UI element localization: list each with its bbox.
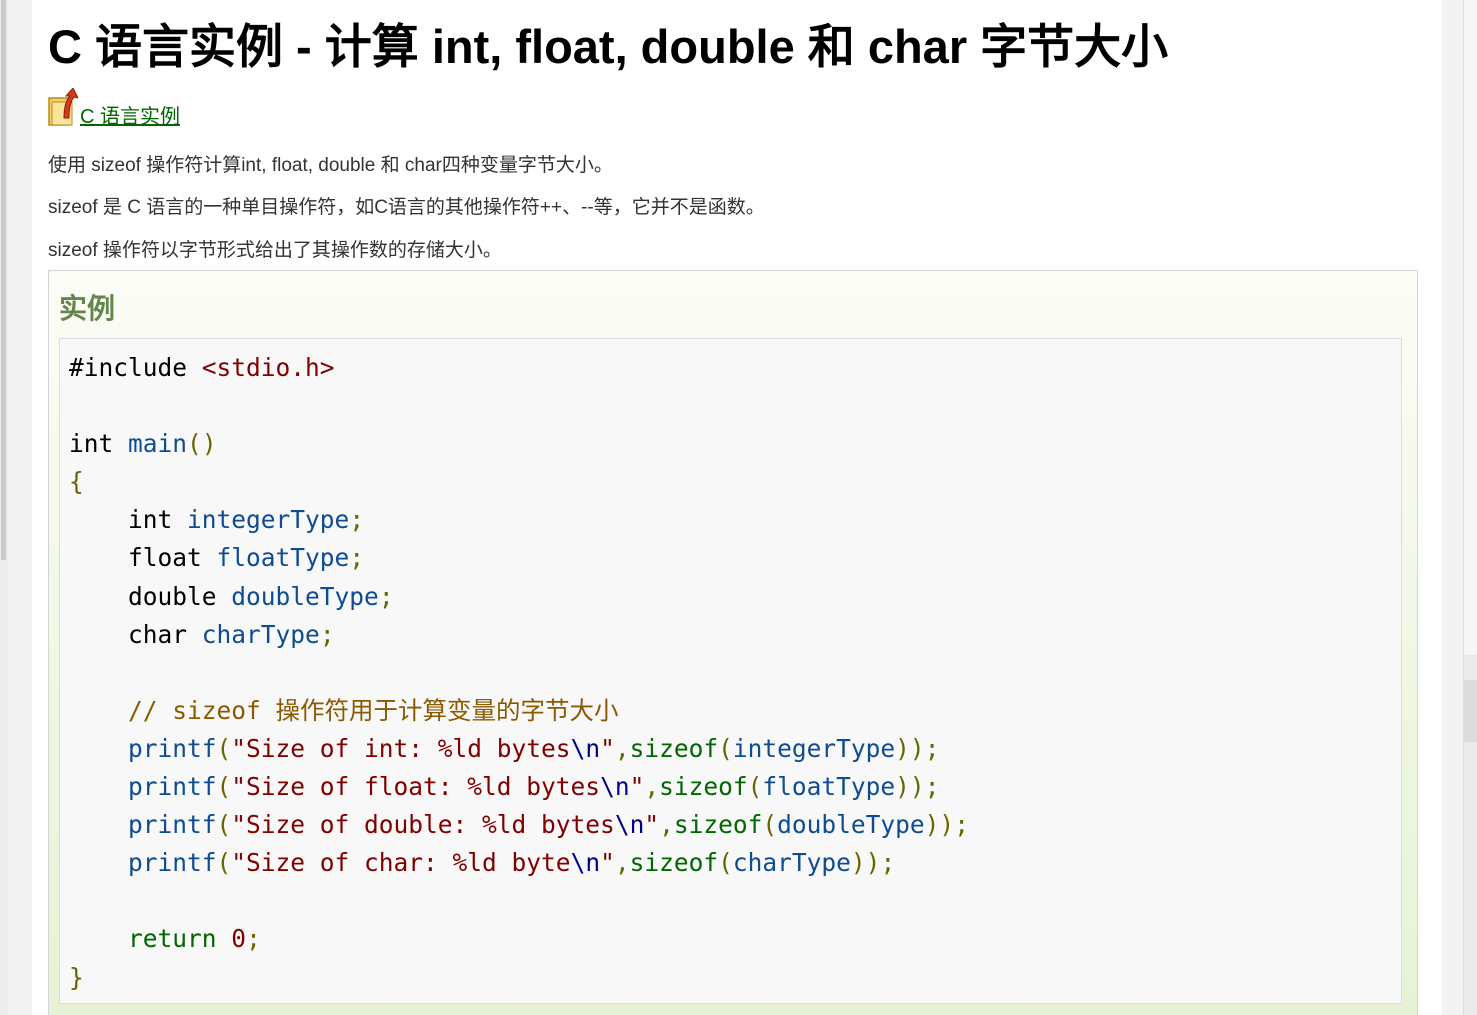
left-scrollbar[interactable] — [0, 0, 8, 1015]
code-block[interactable]: #include <stdio.h> int main() { int integ… — [59, 338, 1402, 1004]
page-title: C 语言实例 - 计算 int, float, double 和 char 字节… — [48, 20, 1169, 73]
code-line: int main() — [69, 429, 217, 459]
right-scrollbar-track — [1464, 0, 1477, 655]
right-scrollbar-thumb[interactable] — [1464, 680, 1477, 742]
code-line: return 0; — [128, 924, 261, 954]
code-line: printf("Size of int: %ld bytes\n",sizeof… — [128, 733, 940, 763]
code-line: int integerType; — [128, 505, 365, 535]
code-line: double doubleType; — [128, 581, 394, 611]
up-arrow-folder-icon — [48, 88, 78, 126]
right-panel — [1442, 0, 1477, 1015]
example-heading: 实例 — [59, 293, 116, 324]
back-link-label[interactable]: C 语言实例 — [80, 106, 180, 128]
code-line: printf("Size of float: %ld bytes\n",size… — [128, 772, 940, 802]
code-line: char charType; — [128, 619, 335, 649]
article-content: C 语言实例 - 计算 int, float, double 和 char 字节… — [32, 0, 1442, 1015]
paragraph-sizeof-operator: sizeof 是 C 语言的一种单目操作符，如C语言的其他操作符++、--等，它… — [48, 197, 765, 218]
code-line: printf("Size of double: %ld bytes\n",siz… — [128, 810, 969, 840]
code-line: // sizeof 操作符用于计算变量的字节大小 — [69, 695, 619, 725]
left-scrollbar-thumb[interactable] — [1, 0, 6, 560]
code-line: { — [69, 467, 84, 497]
code-line: #include <stdio.h> — [69, 353, 335, 382]
paragraph-intro: 使用 sizeof 操作符计算int, float, double 和 char… — [48, 155, 613, 176]
back-link[interactable]: C 语言实例 — [48, 88, 180, 128]
code-line: } — [69, 962, 84, 992]
example-box: 实例 #include <stdio.h> int main() { int in… — [48, 270, 1418, 1015]
paragraph-sizeof-storage: sizeof 操作符以字节形式给出了其操作数的存储大小。 — [48, 240, 502, 261]
code-line: float floatType; — [128, 543, 365, 573]
code-line: printf("Size of char: %ld byte\n",sizeof… — [128, 848, 896, 878]
code-content[interactable]: #include <stdio.h> int main() { int integ… — [69, 349, 969, 997]
